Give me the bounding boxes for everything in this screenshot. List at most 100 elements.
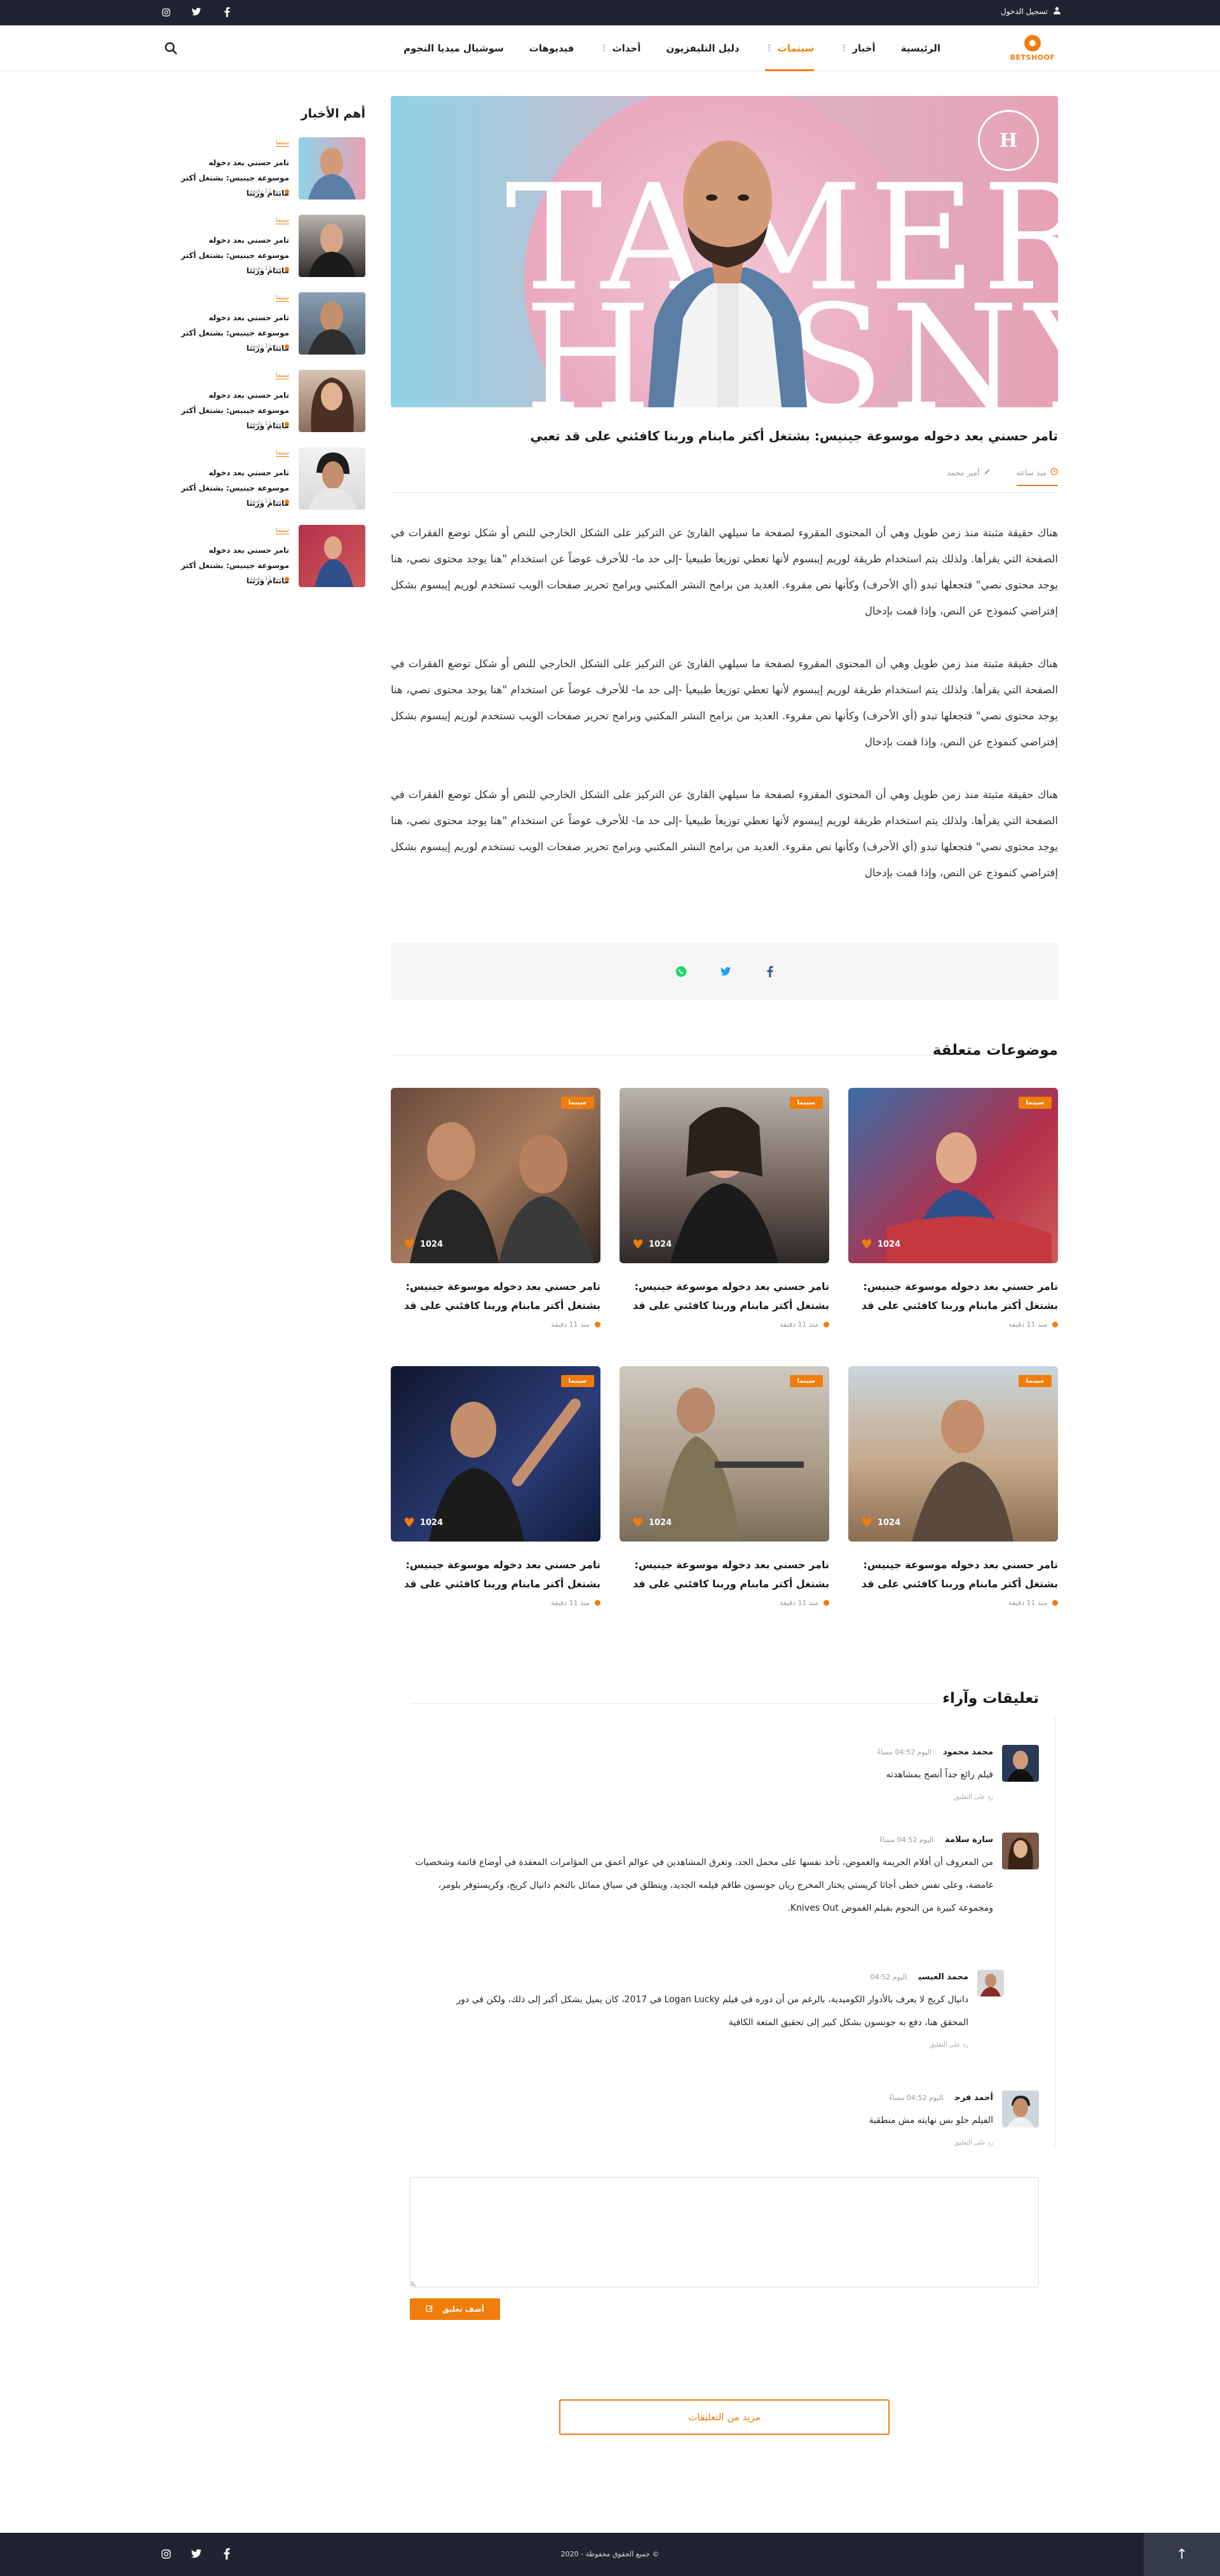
news-category-tag[interactable]: سينما (276, 295, 289, 302)
news-time: منذ 11 دقيقة (250, 343, 289, 349)
nav-item-events[interactable]: أحداث ⋮ (587, 25, 654, 71)
card-title[interactable]: تامر حسني بعد دخوله موسوعة جينيس: بشتغل … (620, 1556, 829, 1594)
comment-author[interactable]: محمد العيسي (918, 1972, 968, 1982)
dropdown-dots-icon: ⋮ (839, 43, 849, 53)
sidebar-news-item[interactable]: سينما تامر حسني بعد دخوله موسوعة جينيس: … (175, 137, 365, 201)
reply-link[interactable]: رد على التعليق (594, 2139, 993, 2146)
sidebar-news-item[interactable]: سينما تامر حسني بعد دخوله موسوعة جينيس: … (175, 525, 365, 588)
card-title[interactable]: تامر حسني بعد دخوله موسوعة جينيس: بشتغل … (848, 1277, 1058, 1315)
nav-label: أحداث (612, 43, 641, 54)
related-card[interactable]: سينما ♥ 1024 تامر حسني بعد دخوله موسوعة ج… (391, 1088, 600, 1329)
time-dot (285, 189, 289, 194)
avatar (1002, 1833, 1039, 1869)
site-logo[interactable]: BETSHOOF (1004, 32, 1061, 65)
article-paragraph: هناك حقيقة مثبتة منذ زمن طويل وهي أن الم… (391, 527, 1058, 617)
nav-item-videos[interactable]: فيديوهات (517, 25, 587, 71)
news-thumbnail (299, 447, 365, 510)
card-likes[interactable]: ♥ 1024 (632, 1237, 672, 1252)
hero-person-illustration (648, 140, 807, 407)
card-likes[interactable]: ♥ 1024 (861, 1237, 900, 1252)
comment-author[interactable]: أحمد فرج (954, 2093, 993, 2103)
card-title[interactable]: تامر حسني بعد دخوله موسوعة جينيس: بشتغل … (848, 1556, 1058, 1594)
card-category-tag[interactable]: سينما (1018, 1097, 1052, 1109)
card-likes[interactable]: ♥ 1024 (861, 1515, 900, 1530)
twitter-icon[interactable] (189, 5, 203, 19)
news-time: منذ 11 دقيقة (250, 498, 289, 505)
related-card[interactable]: سينما ♥ 1024 تامر حسني بعد دخوله موسوعة ج… (620, 1366, 829, 1607)
card-time: منذ 11 دقيقة (620, 1599, 829, 1607)
news-category-tag[interactable]: سينما (276, 140, 289, 147)
card-likes[interactable]: ♥ 1024 (632, 1515, 672, 1530)
reply-link[interactable]: رد على التعليق (594, 1794, 993, 1801)
whatsapp-icon[interactable] (670, 961, 692, 982)
login-link[interactable]: تسجيل الدخول (1001, 6, 1061, 17)
nav-label: أخبار (852, 43, 876, 54)
nav-item-tv-guide[interactable]: دليل التليفزيون (653, 25, 752, 71)
related-card[interactable]: سينما ♥ 1024 تامر حسني بعد دخوله موسوعة ج… (391, 1366, 600, 1607)
reply-link[interactable]: رد على التعليق (445, 2042, 968, 2049)
time-dot (285, 576, 289, 581)
card-category-tag[interactable]: سينما (560, 1375, 594, 1387)
comment-time: اليوم 04:52 مساءً (877, 1748, 932, 1756)
time-dot (1052, 1600, 1058, 1606)
clock-icon (1050, 468, 1058, 477)
section-divider (410, 1703, 937, 1704)
comment-author[interactable]: سارة سلامة (945, 1835, 993, 1845)
comment-reply: محمد العيسي اليوم 04:52 دانيال كريج لا يع… (445, 1970, 1004, 2049)
card-title[interactable]: تامر حسني بعد دخوله موسوعة جينيس: بشتغل … (391, 1556, 600, 1594)
sidebar-news-item[interactable]: سينما تامر حسني بعد دخوله موسوعة جينيس: … (175, 447, 365, 511)
nav-item-cinema[interactable]: سينمات ⋮ (752, 25, 827, 71)
twitter-icon[interactable] (715, 961, 736, 982)
related-card[interactable]: سينما ♥ 1024 تامر حسني بعد دخوله موسوعة ج… (620, 1088, 829, 1329)
card-likes[interactable]: ♥ 1024 (403, 1515, 443, 1530)
news-time-label: منذ 11 دقيقة (250, 266, 281, 272)
comment-author[interactable]: محمد محمود (943, 1747, 993, 1757)
news-time-label: منذ 11 دقيقة (250, 343, 281, 349)
news-time-label: منذ 11 دقيقة (250, 188, 281, 194)
card-time: منذ 11 دقيقة (391, 1320, 600, 1329)
news-category-tag[interactable]: سينما (276, 372, 289, 379)
news-time: منذ 11 دقيقة (250, 576, 289, 582)
nav-item-home[interactable]: الرئيسية (888, 25, 953, 71)
time-dot (595, 1322, 600, 1327)
sidebar-news-item[interactable]: سينما تامر حسني بعد دخوله موسوعة جينيس: … (175, 370, 365, 433)
card-category-tag[interactable]: سينما (1018, 1375, 1052, 1387)
sidebar-news-item[interactable]: سينما تامر حسني بعد دخوله موسوعة جينيس: … (175, 292, 365, 356)
news-category-tag[interactable]: سينما (276, 527, 289, 534)
card-category-tag[interactable]: سينما (789, 1097, 823, 1109)
likes-count: 1024 (877, 1517, 901, 1528)
card-category-tag[interactable]: سينما (560, 1097, 594, 1109)
nav-label: سوشيال ميديا النجوم (403, 43, 504, 54)
news-category-tag[interactable]: سينما (276, 217, 289, 224)
nav-label: سينمات (777, 43, 815, 54)
article-author[interactable]: أمير محمد (947, 468, 991, 477)
scroll-to-top-button[interactable]: ↑ (1144, 2533, 1220, 2576)
search-icon[interactable] (163, 41, 178, 57)
nav-item-news[interactable]: أخبار ⋮ (827, 25, 888, 71)
footer: © جميع الحقوق محفوظة - 2020 ↑ (0, 2533, 1220, 2576)
more-comments-button[interactable]: مزيد من التعليقات (559, 2399, 890, 2435)
news-category-tag[interactable]: سينما (276, 450, 289, 457)
facebook-icon[interactable] (759, 961, 781, 982)
news-time-label: منذ 11 دقيقة (250, 498, 281, 505)
sidebar-news-item[interactable]: سينما تامر حسني بعد دخوله موسوعة جينيس: … (175, 215, 365, 278)
logo-text: BETSHOOF (1010, 53, 1055, 62)
nav-item-social[interactable]: سوشيال ميديا النجوم (391, 25, 517, 71)
article-time-label: منذ ساعة (1016, 468, 1047, 477)
card-title[interactable]: تامر حسني بعد دخوله موسوعة جينيس: بشتغل … (391, 1277, 600, 1315)
card-likes[interactable]: ♥ 1024 (403, 1237, 443, 1252)
news-time-label: منذ 11 دقيقة (250, 421, 281, 427)
add-comment-button[interactable]: أضف تعليق (410, 2298, 500, 2320)
comment-textarea[interactable] (410, 2177, 1039, 2288)
related-card[interactable]: سينما ♥ 1024 تامر حسني بعد دخوله موسوعة ج… (848, 1088, 1058, 1329)
facebook-icon[interactable] (220, 5, 234, 19)
avatar (977, 1970, 1004, 1996)
card-title[interactable]: تامر حسني بعد دخوله موسوعة جينيس: بشتغل … (620, 1277, 829, 1315)
card-category-tag[interactable]: سينما (789, 1375, 823, 1387)
time-dot (285, 421, 289, 426)
related-card[interactable]: سينما ♥ 1024 تامر حسني بعد دخوله موسوعة ج… (848, 1366, 1058, 1607)
time-dot (824, 1600, 829, 1606)
instagram-icon[interactable] (159, 5, 173, 19)
nav-label: الرئيسية (900, 43, 940, 54)
card-time: منذ 11 دقيقة (620, 1320, 829, 1329)
